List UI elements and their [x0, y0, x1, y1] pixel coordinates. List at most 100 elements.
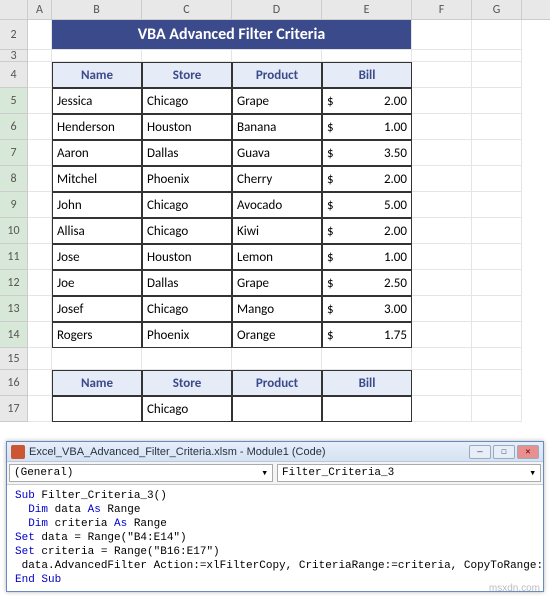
cell-bill[interactable]: $1.00 [322, 244, 412, 270]
col-C[interactable]: C [142, 0, 232, 19]
header-bill[interactable]: Bill [322, 62, 412, 88]
row-hdr[interactable]: 3 [0, 50, 28, 62]
cell[interactable] [322, 50, 412, 62]
cell[interactable] [412, 140, 472, 166]
crit-header-name[interactable]: Name [52, 370, 142, 396]
row-hdr[interactable]: 10 [0, 218, 28, 244]
row-hdr[interactable]: 15 [0, 348, 28, 370]
cell-bill[interactable]: $2.50 [322, 270, 412, 296]
crit-store[interactable]: Chicago [142, 396, 232, 422]
cell-name[interactable]: Aaron [52, 140, 142, 166]
cell[interactable] [142, 348, 232, 370]
row-hdr[interactable]: 14 [0, 322, 28, 348]
cell-store[interactable]: Houston [142, 244, 232, 270]
row-hdr[interactable]: 13 [0, 296, 28, 322]
cell[interactable] [28, 62, 52, 88]
crit-bill[interactable] [322, 396, 412, 422]
cell[interactable] [412, 370, 472, 396]
cell[interactable] [28, 270, 52, 296]
cell[interactable] [28, 50, 52, 62]
cell[interactable] [472, 166, 522, 192]
header-product[interactable]: Product [232, 62, 322, 88]
cell[interactable] [28, 296, 52, 322]
cell[interactable] [472, 270, 522, 296]
cell-product[interactable]: Mango [232, 296, 322, 322]
cell[interactable] [472, 370, 522, 396]
cell[interactable] [412, 218, 472, 244]
cell-bill[interactable]: $1.75 [322, 322, 412, 348]
cell[interactable] [412, 322, 472, 348]
cell[interactable] [52, 50, 142, 62]
cell-name[interactable]: Allisa [52, 218, 142, 244]
title-cell[interactable]: VBA Advanced Filter Criteria [52, 20, 412, 50]
cell[interactable] [232, 50, 322, 62]
minimize-button[interactable]: — [469, 445, 491, 459]
col-D[interactable]: D [232, 0, 322, 19]
cell-store[interactable]: Dallas [142, 270, 232, 296]
crit-header-bill[interactable]: Bill [322, 370, 412, 396]
cell-product[interactable]: Cherry [232, 166, 322, 192]
cell-store[interactable]: Chicago [142, 192, 232, 218]
cell[interactable] [472, 396, 522, 422]
crit-product[interactable] [232, 396, 322, 422]
col-B[interactable]: B [52, 0, 142, 19]
cell-product[interactable]: Guava [232, 140, 322, 166]
cell[interactable] [28, 140, 52, 166]
cell[interactable] [472, 140, 522, 166]
cell-store[interactable]: Phoenix [142, 322, 232, 348]
cell[interactable] [412, 88, 472, 114]
cell[interactable] [472, 192, 522, 218]
cell-store[interactable]: Chicago [142, 296, 232, 322]
cell-store[interactable]: Houston [142, 114, 232, 140]
cell[interactable] [472, 218, 522, 244]
cell-name[interactable]: Josef [52, 296, 142, 322]
cell[interactable] [412, 114, 472, 140]
cell[interactable] [412, 296, 472, 322]
cell[interactable] [472, 20, 522, 50]
cell[interactable] [472, 50, 522, 62]
cell[interactable] [28, 192, 52, 218]
crit-name[interactable] [52, 396, 142, 422]
vbe-object-dropdown[interactable]: (General) ▾ [9, 464, 273, 482]
cell-product[interactable]: Orange [232, 322, 322, 348]
crit-header-store[interactable]: Store [142, 370, 232, 396]
cell[interactable] [28, 370, 52, 396]
col-A[interactable]: A [28, 0, 52, 19]
cell[interactable] [52, 348, 142, 370]
cell[interactable] [28, 20, 52, 50]
cell[interactable] [412, 244, 472, 270]
cell-store[interactable]: Chicago [142, 88, 232, 114]
vbe-proc-dropdown[interactable]: Filter_Criteria_3 ▾ [277, 464, 541, 482]
row-hdr[interactable]: 7 [0, 140, 28, 166]
cell[interactable] [472, 114, 522, 140]
cell[interactable] [472, 62, 522, 88]
cell[interactable] [142, 50, 232, 62]
cell-bill[interactable]: $2.00 [322, 166, 412, 192]
cell-bill[interactable]: $2.00 [322, 218, 412, 244]
vbe-titlebar[interactable]: Excel_VBA_Advanced_Filter_Criteria.xlsm … [7, 442, 543, 462]
cell-store[interactable]: Chicago [142, 218, 232, 244]
cell[interactable] [412, 50, 472, 62]
row-hdr[interactable]: 5 [0, 88, 28, 114]
cell-name[interactable]: Joe [52, 270, 142, 296]
row-hdr[interactable]: 4 [0, 62, 28, 88]
cell[interactable] [472, 348, 522, 370]
cell-product[interactable]: Banana [232, 114, 322, 140]
cell[interactable] [28, 166, 52, 192]
cell-bill[interactable]: $1.00 [322, 114, 412, 140]
cell[interactable] [28, 348, 52, 370]
cell[interactable] [28, 322, 52, 348]
cell[interactable] [412, 20, 472, 50]
cell-bill[interactable]: $3.50 [322, 140, 412, 166]
col-F[interactable]: F [412, 0, 472, 19]
cell-name[interactable]: Jessica [52, 88, 142, 114]
row-hdr[interactable]: 9 [0, 192, 28, 218]
cell-product[interactable]: Kiwi [232, 218, 322, 244]
maximize-button[interactable]: ☐ [493, 445, 515, 459]
cell[interactable] [322, 348, 412, 370]
cell[interactable] [412, 270, 472, 296]
cell-bill[interactable]: $3.00 [322, 296, 412, 322]
cell[interactable] [28, 396, 52, 422]
cell[interactable] [412, 62, 472, 88]
row-hdr[interactable]: 12 [0, 270, 28, 296]
